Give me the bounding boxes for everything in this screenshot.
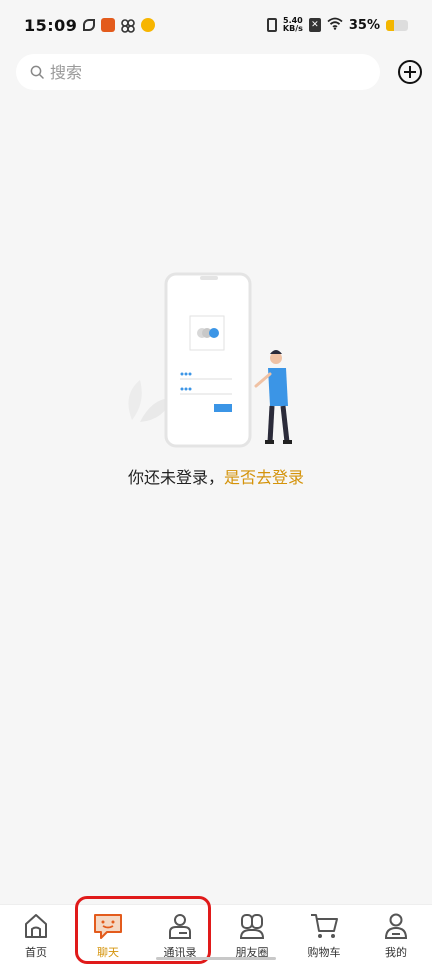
search-icon [30,65,44,79]
nav-label-home: 首页 [25,946,47,959]
wifi-icon [327,17,343,33]
home-icon [21,911,51,941]
bottom-nav: 首页 聊天 通讯录 朋友圈 购物车 我的 [0,904,432,964]
search-input[interactable] [50,62,350,82]
contacts-icon [165,911,195,941]
no-sim-icon: ✕ [308,18,321,32]
status-left: 15:09 [24,15,156,35]
search-row [16,54,422,90]
status-bar: 15:09 5.40 KB/s ✕ 35% [0,0,432,50]
nav-label-chat: 聊天 [97,946,119,959]
network-speed: 5.40 KB/s [283,17,303,33]
cart-icon [309,911,339,941]
nav-item-contacts[interactable]: 通讯录 [144,905,216,964]
chat-icon [93,911,123,941]
go-login-link[interactable]: 是否去登录 [224,468,304,487]
app-notification-icon [101,18,116,32]
network-speed-unit: KB/s [282,24,303,33]
nav-label-cart: 购物车 [307,946,341,959]
plus-circle-icon [398,60,422,84]
not-logged-in-illustration [120,270,320,450]
battery-percent: 35% [348,17,380,33]
battery-icon [386,19,408,31]
nav-item-chat[interactable]: 聊天 [72,905,144,964]
pinwheel-icon [121,18,136,33]
add-button[interactable] [396,58,424,86]
moments-icon [237,911,267,941]
home-indicator[interactable] [156,957,276,960]
not-logged-in-text: 你还未登录， [127,468,224,487]
nav-item-profile[interactable]: 我的 [360,905,432,964]
nav-item-cart[interactable]: 购物车 [288,905,360,964]
login-prompt: 你还未登录，是否去登录 [0,464,432,488]
battery-level-fill [386,19,394,31]
nav-label-profile: 我的 [385,946,407,959]
clock: 15:09 [24,15,78,35]
leaf-icon [83,19,96,31]
status-right: 5.40 KB/s ✕ 35% [266,17,408,33]
nav-item-moments[interactable]: 朋友圈 [216,905,288,964]
nav-item-home[interactable]: 首页 [0,905,72,964]
vibrate-icon [266,18,277,32]
weibo-icon [141,18,156,32]
search-box[interactable] [16,54,380,90]
profile-icon [381,911,411,941]
